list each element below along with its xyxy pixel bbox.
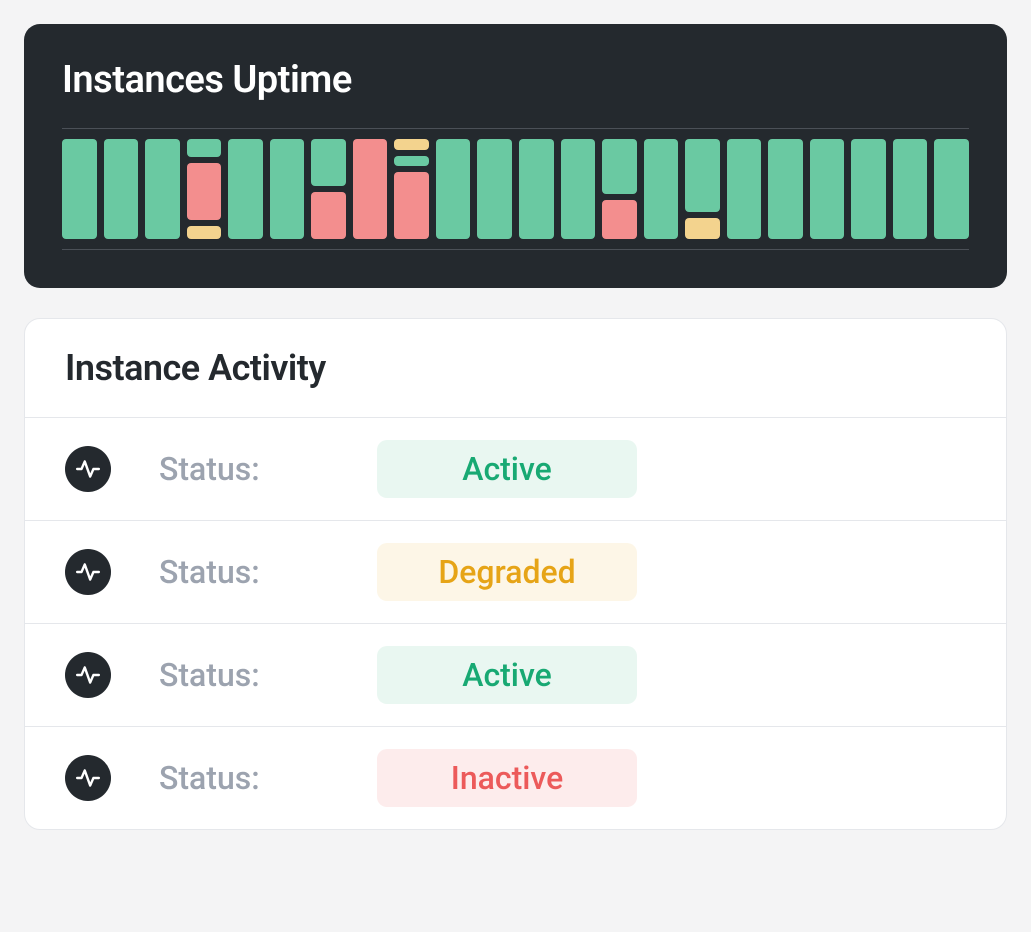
uptime-segment-healthy: [519, 139, 554, 239]
uptime-column: [934, 139, 969, 239]
uptime-column: [602, 139, 637, 239]
uptime-segment-down: [394, 172, 429, 239]
uptime-segment-down: [187, 163, 222, 220]
uptime-column: [893, 139, 928, 239]
uptime-column: [436, 139, 471, 239]
activity-row: Status: Active: [25, 624, 1006, 727]
uptime-column: [228, 139, 263, 239]
uptime-column: [644, 139, 679, 239]
uptime-column: [685, 139, 720, 239]
uptime-column: [187, 139, 222, 239]
activity-row: Status: Active: [25, 418, 1006, 521]
uptime-column: [519, 139, 554, 239]
uptime-segment-healthy: [311, 139, 346, 186]
uptime-segment-healthy: [934, 139, 969, 239]
uptime-segment-degraded: [394, 139, 429, 150]
uptime-segment-healthy: [187, 139, 222, 157]
uptime-segment-down: [353, 139, 388, 239]
uptime-column: [270, 139, 305, 239]
activity-pulse-icon: [65, 652, 111, 698]
status-badge: Degraded: [377, 543, 637, 601]
uptime-segment-healthy: [561, 139, 596, 239]
status-label: Status:: [159, 553, 329, 591]
activity-pulse-icon: [65, 549, 111, 595]
uptime-column: [394, 139, 429, 239]
uptime-segment-healthy: [436, 139, 471, 239]
uptime-segment-healthy: [810, 139, 845, 239]
uptime-column: [727, 139, 762, 239]
uptime-segment-healthy: [644, 139, 679, 239]
uptime-column: [104, 139, 139, 239]
uptime-segment-healthy: [685, 139, 720, 212]
uptime-segment-down: [311, 192, 346, 239]
activity-row: Status: Degraded: [25, 521, 1006, 624]
activity-row: Status: Inactive: [25, 727, 1006, 829]
uptime-segment-healthy: [727, 139, 762, 239]
uptime-segment-healthy: [394, 156, 429, 167]
uptime-segment-healthy: [62, 139, 97, 239]
uptime-segment-healthy: [228, 139, 263, 239]
uptime-column: [561, 139, 596, 239]
activity-pulse-icon: [65, 446, 111, 492]
uptime-column: [62, 139, 97, 239]
status-badge: Inactive: [377, 749, 637, 807]
status-badge: Active: [377, 440, 637, 498]
uptime-chart: [62, 129, 969, 239]
uptime-segment-healthy: [145, 139, 180, 239]
status-label: Status:: [159, 450, 329, 488]
uptime-column: [353, 139, 388, 239]
activity-title: Instance Activity: [65, 347, 966, 389]
activity-pulse-icon: [65, 755, 111, 801]
uptime-segment-degraded: [685, 218, 720, 239]
uptime-column: [311, 139, 346, 239]
divider: [62, 249, 969, 250]
uptime-column: [851, 139, 886, 239]
uptime-column: [810, 139, 845, 239]
uptime-title: Instances Uptime: [62, 58, 969, 102]
uptime-segment-healthy: [602, 139, 637, 194]
status-badge: Active: [377, 646, 637, 704]
uptime-segment-healthy: [270, 139, 305, 239]
uptime-segment-degraded: [187, 226, 222, 239]
uptime-column: [768, 139, 803, 239]
status-label: Status:: [159, 656, 329, 694]
uptime-segment-healthy: [893, 139, 928, 239]
uptime-segment-down: [602, 200, 637, 239]
status-label: Status:: [159, 759, 329, 797]
uptime-card: Instances Uptime: [24, 24, 1007, 288]
uptime-column: [145, 139, 180, 239]
uptime-segment-healthy: [477, 139, 512, 239]
activity-header: Instance Activity: [25, 319, 1006, 418]
uptime-segment-healthy: [851, 139, 886, 239]
activity-card: Instance Activity Status: Active Status: De…: [24, 318, 1007, 830]
uptime-segment-healthy: [104, 139, 139, 239]
uptime-segment-healthy: [768, 139, 803, 239]
uptime-column: [477, 139, 512, 239]
